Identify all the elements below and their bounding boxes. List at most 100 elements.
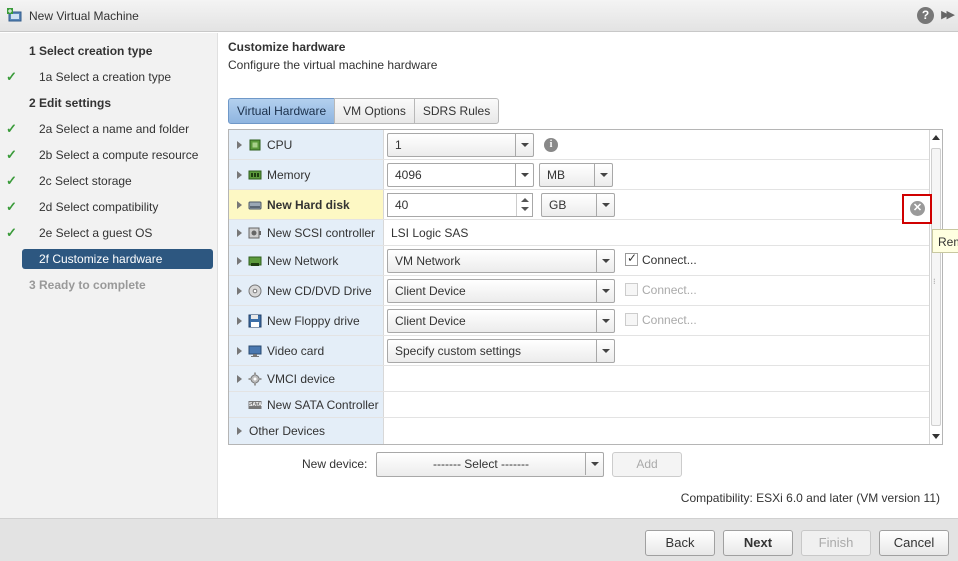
hardware-row-new-hard-disk[interactable]: New Hard disk 40 GB [229,190,929,220]
expand-arrow-icon[interactable] [237,316,242,325]
hardware-row-video-card: Video card Specify custom settings [229,336,929,366]
chevron-down-icon[interactable] [596,310,614,332]
video-card-dropdown[interactable]: Specify custom settings [387,339,615,363]
row-label: New Hard disk [267,197,350,212]
expand-arrow-icon[interactable] [237,346,242,355]
step-2-header: 2 Edit settings [0,93,218,113]
chevron-down-icon[interactable] [585,453,603,475]
dropdown-value: ------- Select ------- [433,457,529,471]
expand-arrow-icon[interactable] [237,286,242,295]
remove-icon[interactable]: ✕ [910,201,925,216]
chevron-down-icon[interactable] [515,164,533,186]
step-2f-active[interactable]: 2f Customize hardware [22,249,213,269]
step-1a[interactable]: ✓ 1a Select a creation type [0,67,218,87]
expand-arrow-icon[interactable] [237,256,242,265]
step-2d[interactable]: ✓ 2d Select compatibility [0,197,218,217]
step-2e[interactable]: ✓ 2e Select a guest OS [0,223,218,243]
window-titlebar: New Virtual Machine ? ▶▶ [0,0,958,32]
row-label: Other Devices [249,424,326,438]
hardware-row-floppy: New Floppy drive Client Device Connect..… [229,306,929,336]
step-2b[interactable]: ✓ 2b Select a compute resource [0,145,218,165]
chevron-down-icon[interactable] [596,194,614,216]
scroll-down-icon[interactable] [932,434,940,439]
new-device-dropdown[interactable]: ------- Select ------- [376,452,604,477]
chevron-down-icon[interactable] [594,164,612,186]
hardware-row-other-devices: Other Devices [229,418,929,444]
back-button[interactable]: Back [645,530,715,556]
dropdown-value: VM Network [395,254,461,268]
chevron-down-icon[interactable] [596,250,614,272]
spinner-icon[interactable] [516,194,532,216]
remove-device-button[interactable]: ✕ [902,194,932,224]
expand-arrow-icon[interactable] [237,228,242,237]
check-icon: ✓ [6,225,17,240]
next-button[interactable]: Next [723,530,793,556]
hardware-row-vmci: VMCI device [229,366,929,392]
row-label: New SATA Controller [267,397,379,412]
wizard-footer: Back Next Finish Cancel [0,518,958,561]
scroll-up-icon[interactable] [932,135,940,140]
add-device-button[interactable]: Add [612,452,682,477]
chevron-down-icon[interactable] [596,280,614,302]
scrollbar-thumb[interactable] [931,148,941,426]
memory-unit-dropdown[interactable]: MB [539,163,613,187]
cpu-count-dropdown[interactable]: 1 [387,133,534,157]
step-label: 2f Customize hardware [39,252,163,266]
tab-sdrs-rules[interactable]: SDRS Rules [413,98,500,124]
disk-size-stepper[interactable]: 40 [387,193,533,217]
wizard-steps-sidebar: 1 Select creation type ✓ 1a Select a cre… [0,33,218,518]
disk-unit-dropdown[interactable]: GB [541,193,615,217]
sata-icon-text: SATA [249,402,262,408]
check-icon: ✓ [6,69,17,84]
expand-arrow-icon[interactable] [237,374,242,383]
hardware-row-sata-controller: SATA New SATA Controller [229,392,929,418]
grip-icon: ⁝ [933,277,936,286]
expand-arrow-icon[interactable] [237,140,242,149]
page-title: Customize hardware [228,40,346,54]
hard-disk-icon [248,201,262,209]
step-label: 2d Select compatibility [39,200,159,214]
expand-arrow-icon[interactable] [237,200,242,209]
cancel-button[interactable]: Cancel [879,530,949,556]
check-icon: ✓ [6,173,17,188]
step-2c[interactable]: ✓ 2c Select storage [0,171,218,191]
cddvd-connect-checkbox[interactable] [625,283,638,296]
hardware-row-memory: Memory 4096 MB [229,160,929,190]
network-connect-checkbox[interactable] [625,251,638,266]
check-icon: ✓ [6,199,17,214]
page-subtitle: Configure the virtual machine hardware [228,58,438,72]
tab-vm-options[interactable]: VM Options [334,98,415,124]
memory-size-combo[interactable]: 4096 [387,163,534,187]
info-icon[interactable]: i [544,138,558,152]
new-vm-icon [7,8,22,22]
row-label: New Network [267,253,339,268]
dropdown-value: Specify custom settings [395,344,522,358]
vertical-scrollbar[interactable]: ⁝ [929,130,942,444]
floppy-connect-checkbox[interactable] [625,313,638,326]
expand-icon[interactable]: ▶▶ [941,8,955,21]
chevron-down-icon[interactable] [515,134,533,156]
connect-label: Connect... [642,283,697,297]
step-1-header: 1 Select creation type [0,41,218,61]
window-title: New Virtual Machine [29,9,139,23]
row-label: VMCI device [267,371,336,386]
chevron-down-icon[interactable] [596,340,614,362]
dropdown-value: Client Device [395,284,466,298]
network-dropdown[interactable]: VM Network [387,249,615,273]
hardware-grid: CPU 1 i Memory 4096 MB New Hard disk 40 … [228,129,943,445]
floppy-dropdown[interactable]: Client Device [387,309,615,333]
expand-arrow-icon[interactable] [237,170,242,179]
finish-button[interactable]: Finish [801,530,871,556]
vmci-device-icon [248,372,262,385]
floppy-icon [248,314,262,327]
dropdown-value: MB [547,168,565,182]
step-label: 2 Edit settings [29,96,112,110]
cddvd-dropdown[interactable]: Client Device [387,279,615,303]
help-icon[interactable]: ? [917,7,934,24]
step-label: 1a Select a creation type [39,70,172,84]
tab-virtual-hardware[interactable]: Virtual Hardware [228,98,336,124]
expand-arrow-icon[interactable] [237,427,242,435]
check-icon: ✓ [6,147,17,162]
step-2a[interactable]: ✓ 2a Select a name and folder [0,119,218,139]
step-label: 2c Select storage [39,174,132,188]
